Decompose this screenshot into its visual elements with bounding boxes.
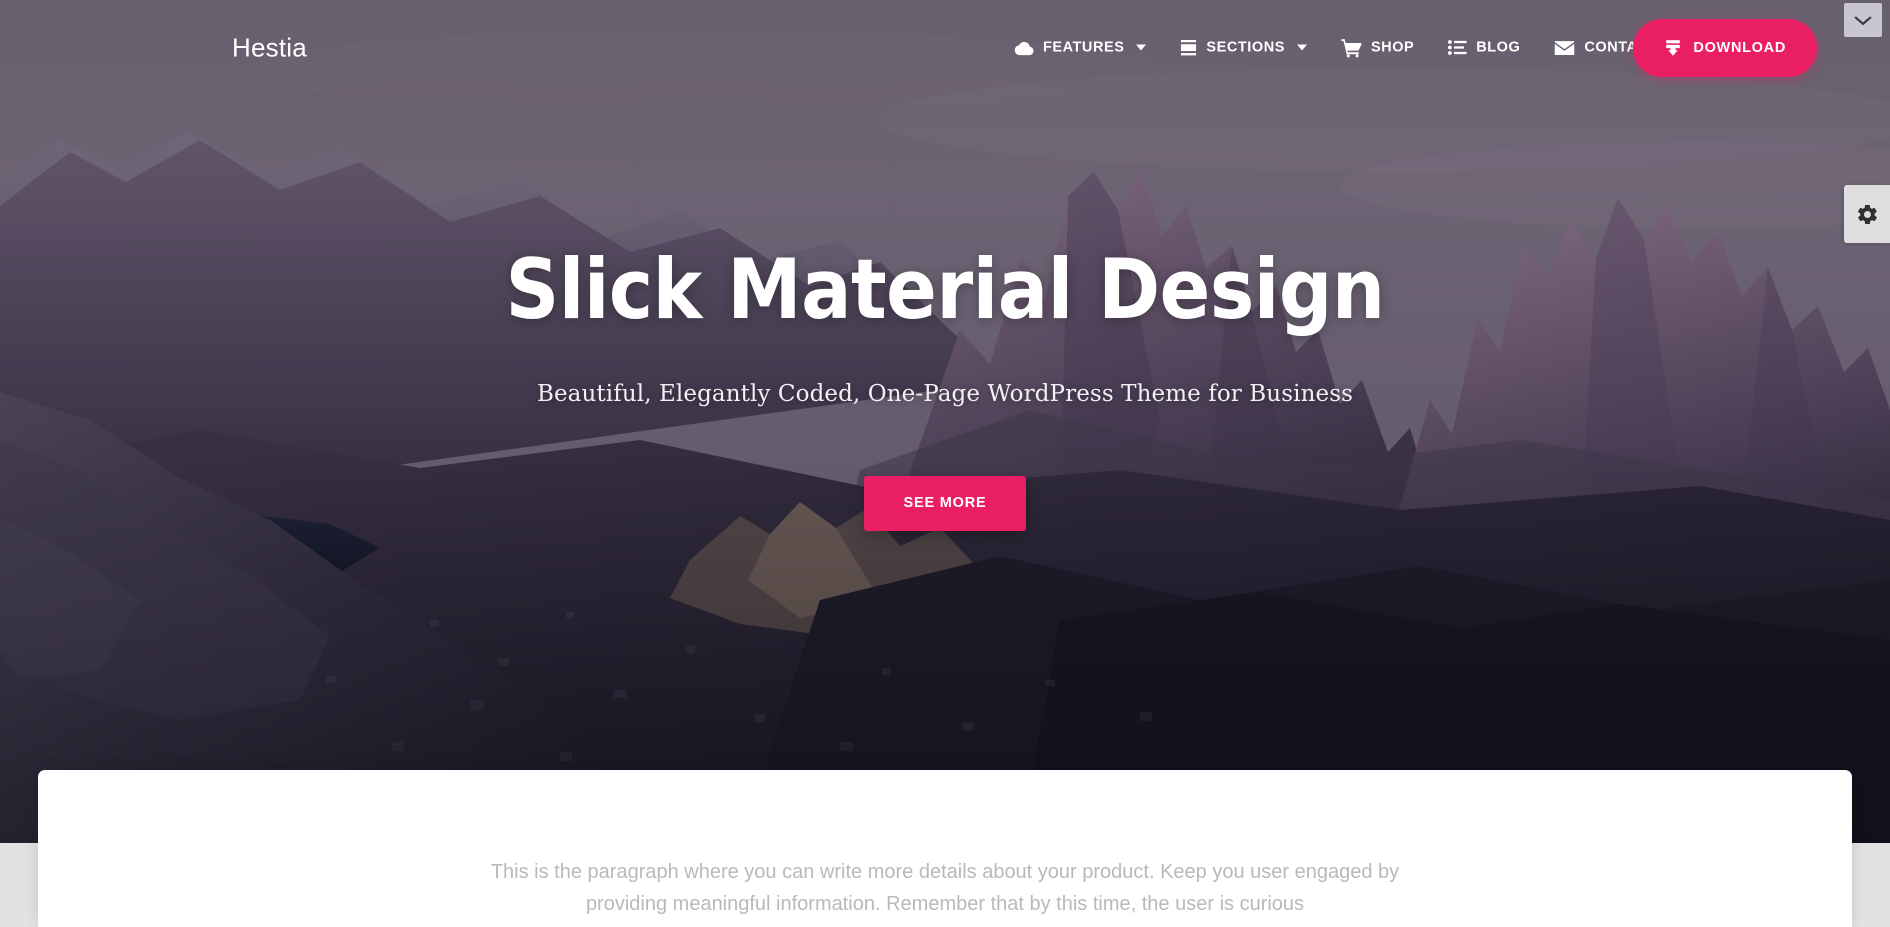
nav-item-label: BLOG [1476, 39, 1521, 56]
chevron-down-icon [1136, 44, 1147, 51]
nav-item-shop[interactable]: SHOP [1324, 28, 1431, 67]
main-navigation: Hestia FEATURES SECTIONS SHOP BLOG CONTA… [0, 0, 1890, 95]
settings-tab-button[interactable] [1844, 185, 1890, 243]
nav-item-label: SECTIONS [1206, 39, 1285, 56]
nav-item-label: FEATURES [1042, 39, 1125, 56]
cloud-icon [1013, 40, 1034, 55]
gear-icon [1857, 204, 1877, 224]
nav-item-blog[interactable]: BLOG [1431, 30, 1537, 66]
hero-content: Slick Material Design Beautiful, Elegant… [0, 246, 1890, 531]
envelope-icon [1554, 40, 1575, 55]
hero-title: Slick Material Design [505, 241, 1385, 338]
download-button[interactable]: DOWNLOAD [1633, 18, 1817, 77]
nav-item-sections[interactable]: SECTIONS [1163, 29, 1324, 66]
chevron-down-icon [1854, 15, 1872, 25]
chevron-down-icon [1296, 44, 1307, 51]
intro-paragraph: This is the paragraph where you can writ… [490, 861, 1400, 916]
hero-subtitle: Beautiful, Elegantly Coded, One-Page Wor… [536, 380, 1354, 407]
see-more-button[interactable]: SEE MORE [863, 475, 1027, 531]
download-button-label: DOWNLOAD [1693, 39, 1786, 56]
nav-menu-list: FEATURES SECTIONS SHOP BLOG CONTACT [996, 28, 1675, 67]
collapse-panel-button[interactable] [1844, 3, 1882, 37]
content-card: This is the paragraph where you can writ… [38, 770, 1852, 927]
list-icon [1448, 40, 1467, 56]
download-icon [1664, 39, 1682, 57]
nav-item-label: SHOP [1370, 39, 1415, 56]
hero-section: Hestia FEATURES SECTIONS SHOP BLOG CONTA… [0, 0, 1890, 843]
site-brand-logo[interactable]: Hestia [232, 32, 307, 63]
nav-item-features[interactable]: FEATURES [996, 30, 1163, 66]
layout-icon [1180, 39, 1197, 56]
shopping-cart-icon [1341, 38, 1362, 57]
